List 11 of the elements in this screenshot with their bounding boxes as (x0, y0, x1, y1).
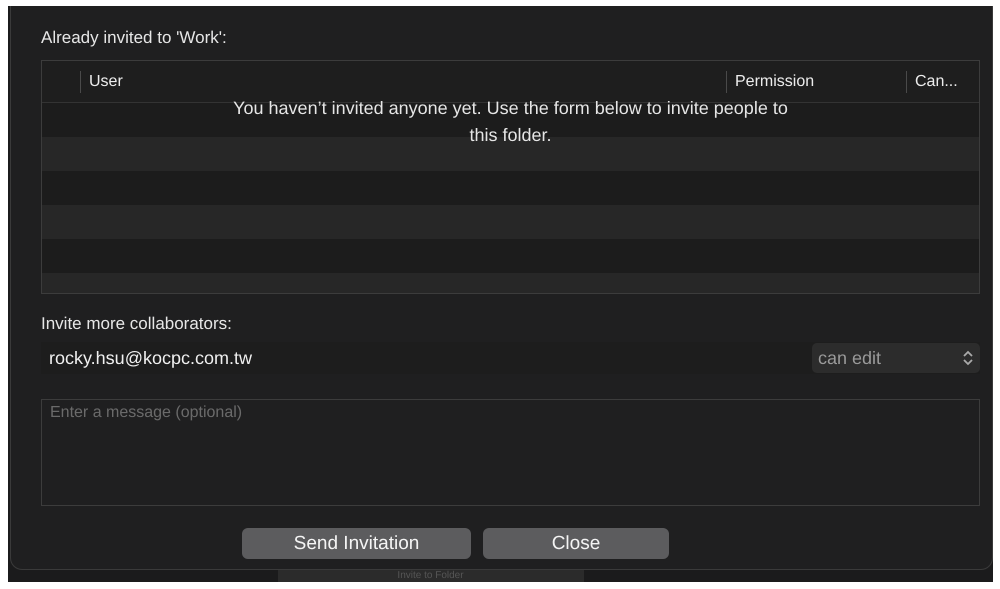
send-button[interactable]: Send Invitation (242, 528, 471, 559)
column-header[interactable]: Permission (726, 70, 906, 92)
permission-select[interactable]: can edit (812, 343, 980, 373)
chevron-updown-icon (962, 349, 974, 367)
column-header[interactable]: User (80, 70, 726, 92)
section-heading: Already invited to 'Work': (41, 28, 228, 48)
column-header[interactable]: Can... (906, 70, 979, 92)
message-field[interactable]: Enter a message (optional) (41, 399, 980, 506)
close-button[interactable]: Close (483, 528, 669, 559)
empty-message: You haven’t invited anyone yet. Use the form below to invite people to this folder. (232, 97, 789, 147)
section-heading: Invite more collaborators: (41, 314, 233, 334)
